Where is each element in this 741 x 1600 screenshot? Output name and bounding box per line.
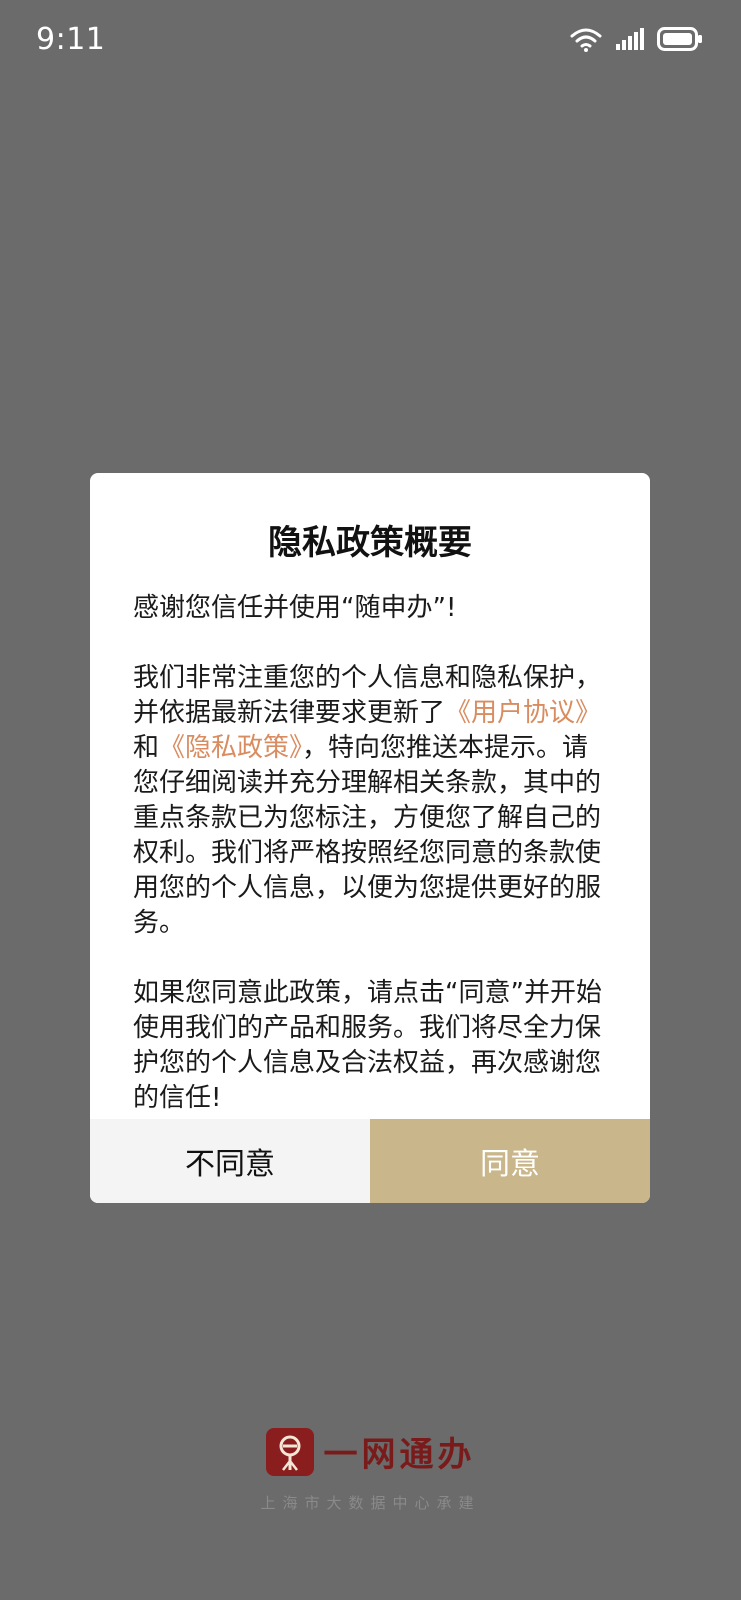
footer-brand: 一网通办 上海市大数据中心承建 xyxy=(0,1427,741,1513)
disagree-button[interactable]: 不同意 xyxy=(90,1119,370,1203)
consent-paragraph: 如果您同意此政策，请点击“同意”并开始使用我们的产品和服务。我们将尽全力保护您的… xyxy=(133,978,602,1113)
status-bar: 9:11 xyxy=(0,0,741,88)
policy-text-part2: ，特向您推送本提示。请您仔细阅读并充分理解相关条款，其中的重点条款已为您标注，方… xyxy=(133,733,602,938)
dialog-body: 感谢您信任并使用“随申办”! 我们非常注重您的个人信息和隐私保护，并依据最新法律… xyxy=(133,591,608,1116)
privacy-policy-link[interactable]: 《隐私政策》 xyxy=(159,733,302,763)
and-text: 和 xyxy=(133,733,160,763)
dialog-title: 隐私政策概要 xyxy=(268,523,472,563)
brand-name: 一网通办 xyxy=(323,1435,476,1475)
agree-button[interactable]: 同意 xyxy=(370,1119,650,1203)
dialog-buttons: 不同意 同意 xyxy=(90,1119,650,1203)
policy-paragraph: 我们非常注重您的个人信息和隐私保护，并依据最新法律要求更新了《用户协议》和《隐私… xyxy=(133,661,608,941)
brand-logo-icon xyxy=(265,1427,314,1476)
battery-icon xyxy=(657,27,703,51)
privacy-dialog: 隐私政策概要 感谢您信任并使用“随申办”! 我们非常注重您的个人信息和隐私保护，… xyxy=(90,473,650,1203)
status-icons xyxy=(569,26,703,52)
greeting-text: 感谢您信任并使用“随申办”! xyxy=(133,593,457,623)
brand-subtitle: 上海市大数据中心承建 xyxy=(260,1493,481,1512)
signal-icon xyxy=(615,28,645,50)
user-agreement-link[interactable]: 《用户协议》 xyxy=(445,698,601,728)
wifi-icon xyxy=(569,26,603,52)
status-time: 9:11 xyxy=(36,22,106,57)
